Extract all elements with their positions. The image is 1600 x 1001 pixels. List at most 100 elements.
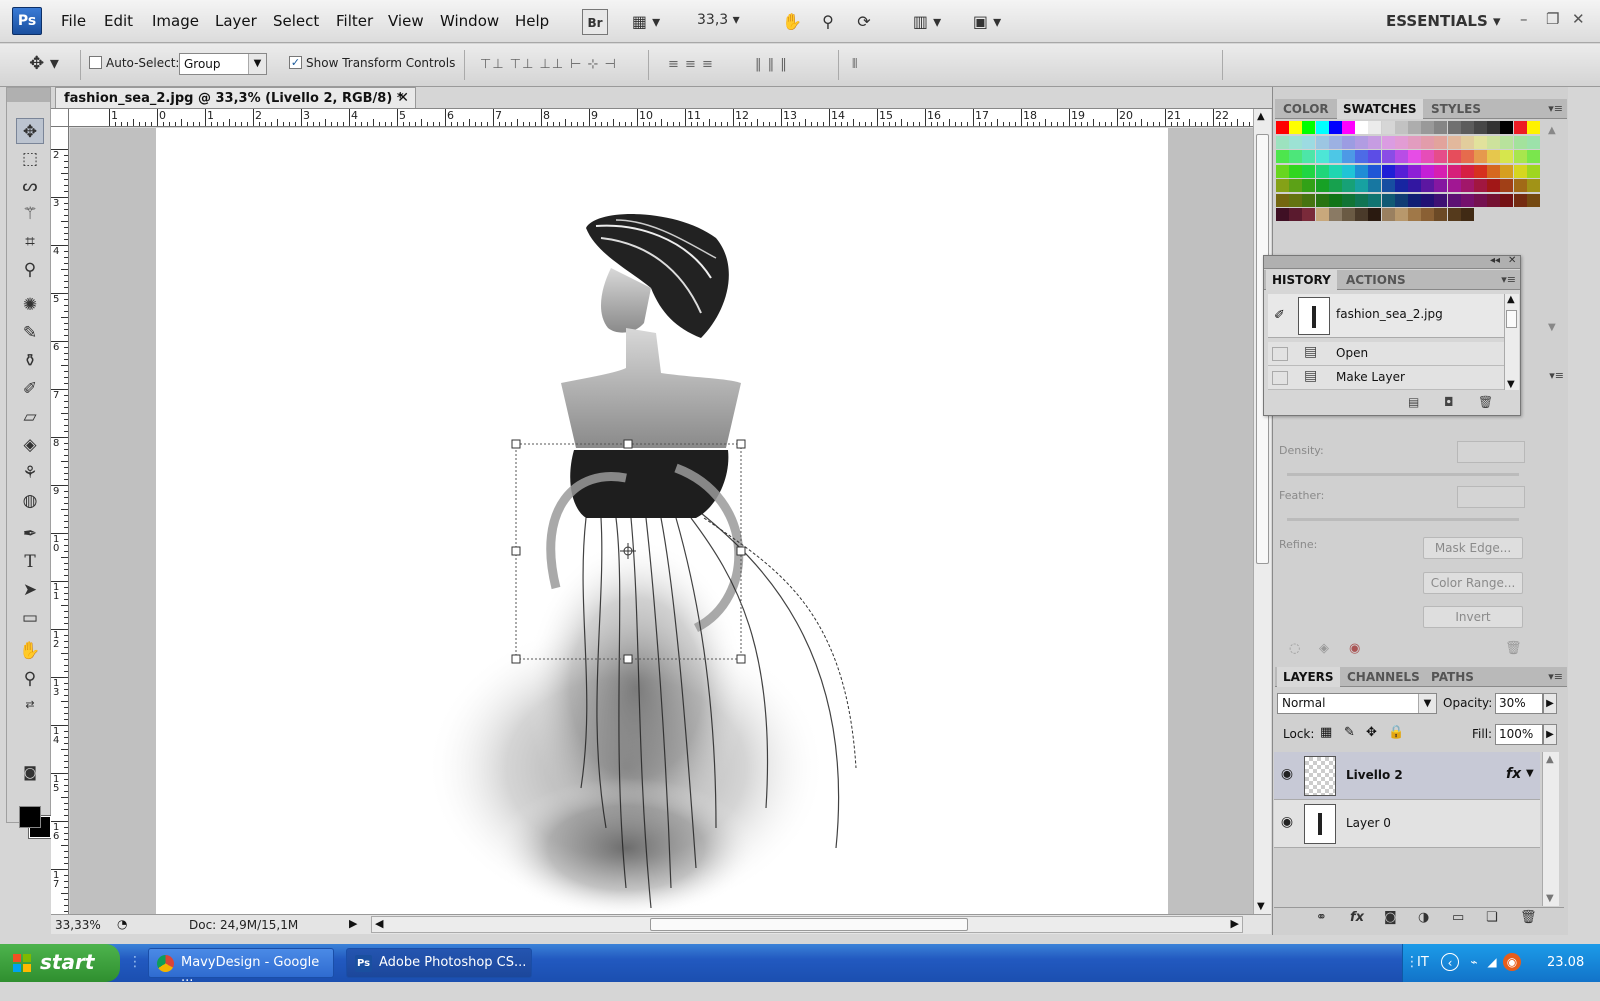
ruler-origin[interactable] xyxy=(51,109,69,127)
auto-align-icon[interactable]: ⫴ xyxy=(852,57,858,72)
visibility-eye-icon[interactable]: ◉ xyxy=(1278,766,1296,784)
scroll-down-icon[interactable]: ▼ xyxy=(1257,901,1265,912)
swatch[interactable] xyxy=(1315,208,1329,221)
rectangle-tool-icon[interactable]: ▭ xyxy=(16,605,44,631)
swatch[interactable] xyxy=(1474,121,1487,134)
hand-tool-icon[interactable]: ✋ xyxy=(780,9,804,35)
close-icon[interactable]: ✕ xyxy=(1572,10,1585,28)
scroll-down-icon[interactable]: ▼ xyxy=(1546,893,1554,904)
taskbar-photoshop[interactable]: Ps Adobe Photoshop CS... xyxy=(346,948,532,978)
delete-state-icon[interactable]: 🗑 xyxy=(1478,395,1493,409)
menu-help[interactable]: Help xyxy=(515,12,549,30)
swatch[interactable] xyxy=(1474,150,1487,163)
swatch[interactable] xyxy=(1421,135,1435,149)
swatch[interactable] xyxy=(1460,150,1474,163)
screen-mode-button[interactable]: ▣ ▾ xyxy=(966,9,1008,35)
swatch[interactable] xyxy=(1342,179,1355,192)
swatch[interactable] xyxy=(1460,193,1474,207)
swatch[interactable] xyxy=(1276,193,1289,207)
load-selection-icon[interactable]: ◌ xyxy=(1289,641,1300,656)
density-slider[interactable] xyxy=(1287,473,1519,476)
tab-channels[interactable]: CHANNELS xyxy=(1347,670,1420,684)
color-range-button[interactable]: Color Range... xyxy=(1423,572,1523,594)
swatch[interactable] xyxy=(1408,193,1421,207)
swatch[interactable] xyxy=(1421,208,1435,221)
swatch[interactable] xyxy=(1289,208,1303,221)
swatch[interactable] xyxy=(1434,179,1448,192)
scroll-left-icon[interactable]: ◀ xyxy=(375,917,383,930)
swatch[interactable] xyxy=(1487,193,1501,207)
swatch[interactable] xyxy=(1487,150,1501,163)
hand-tool-icon[interactable]: ✋ xyxy=(16,638,44,664)
swatch[interactable] xyxy=(1289,121,1303,134)
rotate-view-icon[interactable]: ⟳ xyxy=(852,9,876,35)
swatch[interactable] xyxy=(1487,121,1501,134)
swatch[interactable] xyxy=(1460,179,1474,192)
crop-tool-icon[interactable]: ⌗ xyxy=(16,229,44,255)
panel-menu-icon[interactable]: ▾≡ xyxy=(1501,273,1516,286)
swatch[interactable] xyxy=(1394,193,1408,207)
swap-colors-icon[interactable]: ⇄ xyxy=(16,692,44,718)
swatches-grid[interactable] xyxy=(1276,121,1540,225)
menu-edit[interactable]: Edit xyxy=(104,12,133,30)
swatch[interactable] xyxy=(1500,135,1514,149)
show-hidden-icons-icon[interactable]: ‹ xyxy=(1441,953,1459,971)
swatch[interactable] xyxy=(1408,164,1421,178)
bridge-button[interactable]: Br xyxy=(582,9,608,35)
panel-menu-icon[interactable]: ▾≡ xyxy=(1548,102,1563,115)
new-snapshot-icon[interactable]: ◘ xyxy=(1444,395,1454,409)
menu-window[interactable]: Window xyxy=(440,12,499,30)
swatch[interactable] xyxy=(1302,164,1316,178)
eraser-tool-icon[interactable]: ▱ xyxy=(16,404,44,430)
new-document-from-state-icon[interactable]: ▤ xyxy=(1408,395,1419,409)
menu-select[interactable]: Select xyxy=(273,12,319,30)
swatch[interactable] xyxy=(1381,179,1395,192)
align-top-icon[interactable]: ⊤⊥ ⊤⊥ ⊥⊥ xyxy=(480,57,564,72)
history-snapshot[interactable]: ✐ fashion_sea_2.jpg xyxy=(1268,294,1505,338)
invert-button[interactable]: Invert xyxy=(1423,606,1523,628)
swatch[interactable] xyxy=(1355,179,1369,192)
healing-brush-tool-icon[interactable]: ✺ xyxy=(16,292,44,318)
marquee-tool-icon[interactable]: ⬚ xyxy=(16,146,44,172)
swatch[interactable] xyxy=(1474,193,1487,207)
swatch[interactable] xyxy=(1289,179,1303,192)
swatch[interactable] xyxy=(1474,179,1487,192)
add-layer-mask-icon[interactable]: ◙ xyxy=(1384,910,1397,925)
layer-row-layer-0[interactable]: ◉ Layer 0 xyxy=(1274,800,1540,848)
delete-layer-icon[interactable]: 🗑 xyxy=(1520,910,1537,925)
new-layer-icon[interactable]: ❏ xyxy=(1486,910,1498,925)
swatch[interactable] xyxy=(1500,193,1514,207)
feather-field[interactable] xyxy=(1457,486,1525,508)
swatch[interactable] xyxy=(1342,121,1355,134)
layer-effects-icon[interactable]: fx xyxy=(1506,766,1521,782)
magic-wand-tool-icon[interactable]: ⚚ xyxy=(16,201,44,227)
swatch[interactable] xyxy=(1513,135,1527,149)
swatch[interactable] xyxy=(1342,135,1355,149)
feather-slider[interactable] xyxy=(1287,518,1519,521)
swatch[interactable] xyxy=(1500,179,1514,192)
swatch[interactable] xyxy=(1394,121,1408,134)
scroll-up-icon[interactable]: ▲ xyxy=(1546,754,1554,765)
swatch[interactable] xyxy=(1394,179,1408,192)
vertical-scrollbar[interactable]: ▲ ▼ xyxy=(1253,109,1271,914)
zoom-tool-icon[interactable]: ⚲ xyxy=(816,9,840,35)
horizontal-ruler[interactable]: 1 0 1 2 3 4 5 6 7 8 9 10 11 12 13 14 15 16 17 18 19 20 21 22 xyxy=(69,109,1253,127)
show-transform-checkbox[interactable]: ✓ xyxy=(289,56,302,69)
fill-slider-arrow-icon[interactable]: ▶ xyxy=(1543,724,1557,745)
clone-stamp-tool-icon[interactable]: ⚱ xyxy=(16,348,44,374)
swatch[interactable] xyxy=(1526,193,1540,207)
swatch[interactable] xyxy=(1355,208,1369,221)
menu-filter[interactable]: Filter xyxy=(336,12,373,30)
move-tool-icon[interactable]: ✥ xyxy=(16,118,44,144)
brush-tool-icon[interactable]: ✎ xyxy=(16,320,44,346)
swatch[interactable] xyxy=(1355,164,1369,178)
swatch[interactable] xyxy=(1302,179,1316,192)
swatch[interactable] xyxy=(1408,179,1421,192)
swatch[interactable] xyxy=(1289,150,1303,163)
tab-actions[interactable]: ACTIONS xyxy=(1346,273,1406,287)
swatch[interactable] xyxy=(1368,208,1382,221)
swatch[interactable] xyxy=(1381,208,1395,221)
swatch[interactable] xyxy=(1394,208,1408,221)
swatch[interactable] xyxy=(1355,135,1369,149)
restore-icon[interactable]: ❐ xyxy=(1546,10,1559,28)
